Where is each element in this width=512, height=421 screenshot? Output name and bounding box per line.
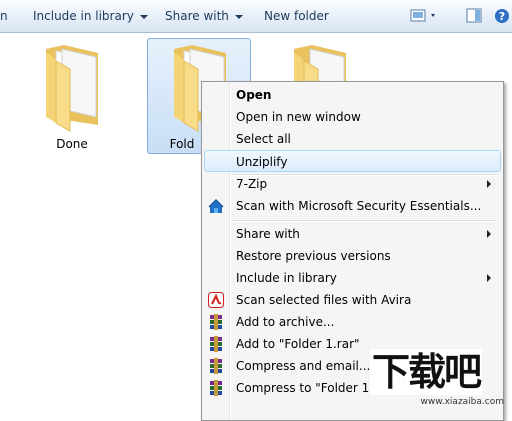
svg-text:?: ? [499, 10, 505, 23]
winrar-icon [210, 380, 222, 396]
change-view-button[interactable] [410, 8, 440, 24]
security-essentials-icon [208, 199, 224, 213]
watermark-logo-text: 下载吧 [370, 349, 482, 395]
menu-item-label: Add to "Folder 1.rar" [236, 337, 360, 351]
toolbar-cut-item[interactable]: n [0, 8, 8, 25]
menu-item-restore-previous[interactable]: Restore previous versions [204, 245, 501, 267]
menu-item-label: Compress and email... [236, 359, 371, 373]
menu-item-7zip[interactable]: 7-Zip [204, 173, 501, 195]
new-folder-button[interactable]: New folder [264, 8, 329, 25]
chevron-down-icon [139, 14, 148, 19]
avira-icon [208, 292, 224, 308]
menu-separator [232, 220, 498, 222]
menu-item-label: Compress to "Folder 1.rar [236, 381, 391, 395]
include-in-library-button[interactable]: Include in library [33, 8, 148, 25]
help-button[interactable]: ? [494, 8, 510, 24]
submenu-arrow-icon [487, 230, 491, 238]
watermark-url: www.xiazaiba.com [420, 397, 504, 407]
menu-item-label: Restore previous versions [236, 249, 391, 263]
share-with-label: Share with [165, 9, 229, 23]
menu-item-unziplify[interactable]: Unziplify [204, 150, 501, 172]
chevron-down-icon [234, 14, 243, 19]
help-icon: ? [495, 9, 509, 23]
menu-item-label: Scan with Microsoft Security Essentials.… [236, 199, 482, 213]
winrar-icon [210, 336, 222, 352]
folder-item-done[interactable]: Done [20, 39, 124, 153]
submenu-arrow-icon [487, 180, 491, 188]
menu-item-include-library[interactable]: Include in library [204, 267, 501, 289]
menu-item-select-all[interactable]: Select all [204, 128, 501, 150]
watermark-logo: 下载吧 www.xiazaiba.com [370, 349, 508, 409]
menu-item-label: Scan selected files with Avira [236, 293, 412, 307]
menu-item-scan-avira[interactable]: Scan selected files with Avira [204, 289, 501, 311]
folder-icon [46, 45, 98, 132]
include-in-library-label: Include in library [33, 9, 134, 23]
menu-item-label: Select all [236, 132, 291, 146]
menu-item-label: Open in new window [236, 110, 361, 124]
menu-item-scan-mse[interactable]: Scan with Microsoft Security Essentials.… [204, 195, 501, 217]
share-with-button[interactable]: Share with [165, 8, 243, 25]
command-bar: n Include in library Share with New fold… [0, 0, 512, 33]
winrar-icon [210, 314, 222, 330]
menu-item-label: Share with [236, 227, 300, 241]
winrar-icon [210, 358, 222, 374]
view-icon [410, 9, 435, 22]
menu-item-label: Unziplify [236, 155, 288, 169]
menu-item-share-with[interactable]: Share with [204, 223, 501, 245]
menu-item-label: Include in library [236, 271, 337, 285]
submenu-arrow-icon [487, 274, 491, 282]
menu-item-label: Open [236, 88, 272, 102]
menu-item-open[interactable]: Open [204, 84, 501, 106]
menu-item-label: 7-Zip [236, 177, 268, 191]
menu-item-add-archive[interactable]: Add to archive... [204, 311, 501, 333]
preview-pane-button[interactable] [466, 8, 482, 24]
preview-pane-icon [466, 8, 482, 23]
folder-name: Done [56, 137, 88, 151]
menu-item-open-new-window[interactable]: Open in new window [204, 106, 501, 128]
menu-item-label: Add to archive... [236, 315, 335, 329]
